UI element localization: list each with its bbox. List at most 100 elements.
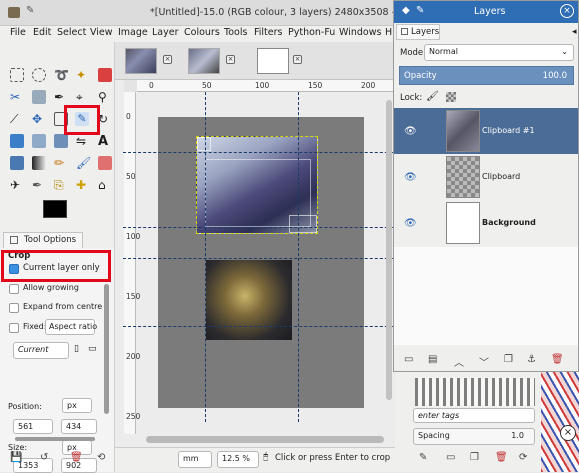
- ink-icon[interactable]: ✒: [32, 178, 46, 192]
- menu-view[interactable]: View: [90, 27, 113, 38]
- close-icon[interactable]: ×: [560, 425, 576, 441]
- guide-horizontal[interactable]: [123, 152, 403, 153]
- move-icon[interactable]: ✥: [32, 112, 46, 126]
- menu-select[interactable]: Select: [57, 27, 86, 38]
- paths-icon[interactable]: ✒: [54, 90, 68, 104]
- ellipse-select-icon[interactable]: [32, 68, 46, 82]
- crop-handle-bottom-right[interactable]: [289, 215, 317, 233]
- fixed-checkbox[interactable]: [9, 323, 19, 333]
- image-document[interactable]: [123, 92, 403, 422]
- lasso-icon[interactable]: ➰: [54, 68, 69, 82]
- guide-vertical[interactable]: [205, 92, 206, 422]
- eraser-icon[interactable]: [98, 156, 112, 170]
- save-options-icon[interactable]: 💾: [10, 452, 22, 463]
- guide-horizontal[interactable]: [123, 258, 403, 259]
- pin-icon[interactable]: ✎: [26, 5, 34, 16]
- aspect-value-input[interactable]: Current: [13, 342, 69, 359]
- image-tab-3[interactable]: [257, 48, 289, 74]
- crop-selection[interactable]: [196, 136, 318, 234]
- menu-colours[interactable]: Colours: [184, 27, 220, 38]
- visibility-eye-icon[interactable]: 👁: [404, 218, 417, 229]
- menu-python-fu[interactable]: Python-Fu: [288, 27, 335, 38]
- menu-filters[interactable]: Filters: [254, 27, 282, 38]
- perspective-clone-icon[interactable]: ⌂: [98, 178, 112, 192]
- measure-icon[interactable]: ⟋: [10, 112, 24, 126]
- mode-select[interactable]: Normal ⌄: [424, 44, 574, 61]
- reset-options-icon[interactable]: ⟲: [97, 452, 105, 463]
- new-layer-icon[interactable]: ▭: [404, 354, 413, 365]
- layer-row[interactable]: 👁 Background: [394, 200, 578, 246]
- image-tab-2[interactable]: [188, 48, 220, 74]
- zoom-icon[interactable]: ⚲: [98, 90, 112, 104]
- menu-layer[interactable]: Layer: [152, 27, 179, 38]
- position-unit-select[interactable]: px: [62, 398, 92, 413]
- rect-select-icon[interactable]: [10, 68, 24, 82]
- layer-row[interactable]: 👁 Clipboard #1: [394, 108, 578, 154]
- canvas-hscrollbar[interactable]: [146, 436, 384, 443]
- gradient-icon[interactable]: [32, 156, 46, 170]
- menu-edit[interactable]: Edit: [33, 27, 51, 38]
- clone-icon[interactable]: ⎘: [54, 178, 68, 192]
- expand-from-centre-checkbox[interactable]: [9, 303, 19, 313]
- lock-pixels-icon[interactable]: 🖌: [426, 91, 439, 102]
- foreground-colour-swatch[interactable]: [43, 200, 67, 218]
- flip-icon[interactable]: ⇋: [76, 134, 90, 148]
- fuzzy-select-icon[interactable]: ✦: [76, 68, 90, 82]
- close-tab-3-icon[interactable]: ×: [293, 55, 302, 64]
- guide-vertical[interactable]: [298, 92, 299, 422]
- close-tab-1-icon[interactable]: ×: [163, 55, 172, 64]
- raise-layer-icon[interactable]: ︿: [454, 354, 464, 369]
- scale-icon[interactable]: [10, 134, 24, 148]
- tool-options-hscrollbar[interactable]: [15, 437, 95, 441]
- canvas-vscrollbar[interactable]: [386, 100, 392, 400]
- duplicate-layer-icon[interactable]: ❐: [504, 354, 513, 365]
- portrait-icon[interactable]: ▯: [74, 344, 79, 354]
- position-x-input[interactable]: 561: [13, 419, 53, 434]
- brush-previews[interactable]: [415, 378, 535, 406]
- perspective-icon[interactable]: [54, 134, 68, 148]
- anchor-layer-icon[interactable]: ⚓: [527, 354, 536, 365]
- foreground-select-icon[interactable]: [32, 90, 46, 104]
- pencil-icon[interactable]: ✏: [54, 156, 68, 170]
- landscape-icon[interactable]: ▭: [88, 344, 97, 354]
- airbrush-icon[interactable]: ✈: [10, 178, 24, 192]
- pin-icon[interactable]: ✎: [416, 5, 424, 16]
- guide-horizontal[interactable]: [123, 326, 403, 327]
- menu-image[interactable]: Image: [118, 27, 148, 38]
- layer-name[interactable]: Clipboard: [482, 172, 520, 181]
- menu-file[interactable]: File: [10, 27, 26, 38]
- tab-menu-icon[interactable]: ◂: [572, 27, 577, 37]
- heal-icon[interactable]: ✚: [76, 178, 90, 192]
- tab-layers[interactable]: Layers: [396, 24, 440, 40]
- refresh-brushes-icon[interactable]: ⟳: [519, 452, 527, 463]
- bucket-fill-icon[interactable]: [10, 156, 24, 170]
- spacing-slider[interactable]: Spacing 1.0: [413, 428, 535, 445]
- restore-options-icon[interactable]: ↺: [40, 452, 48, 463]
- tool-options-scrollbar[interactable]: [104, 284, 109, 414]
- opacity-slider[interactable]: Opacity 100.0: [399, 66, 574, 85]
- crop-handle-top-left[interactable]: [197, 137, 211, 151]
- vertical-ruler[interactable]: 0 50 100 150 200 250: [124, 92, 140, 434]
- layer-row[interactable]: 👁 Clipboard: [394, 154, 578, 200]
- image-tab-1[interactable]: [125, 48, 157, 74]
- select-by-colour-icon[interactable]: [98, 68, 112, 82]
- unit-select[interactable]: mm: [178, 451, 212, 468]
- close-icon[interactable]: ×: [560, 4, 574, 18]
- new-brush-icon[interactable]: ▭: [446, 452, 455, 463]
- edit-brush-icon[interactable]: ✎: [419, 452, 427, 463]
- delete-brush-icon[interactable]: 🗑: [495, 452, 508, 463]
- fixed-mode-select[interactable]: Aspect ratio: [45, 319, 97, 335]
- colour-picker-icon[interactable]: ⌖: [76, 90, 90, 104]
- close-tab-2-icon[interactable]: ×: [226, 55, 235, 64]
- guide-horizontal[interactable]: [123, 227, 403, 228]
- shear-icon[interactable]: [32, 134, 46, 148]
- delete-options-icon[interactable]: 🗑: [70, 452, 83, 463]
- new-layer-group-icon[interactable]: ▤: [428, 354, 437, 365]
- scissors-icon[interactable]: ✂: [10, 90, 24, 104]
- allow-growing-checkbox[interactable]: [9, 284, 19, 294]
- delete-layer-icon[interactable]: 🗑: [551, 354, 564, 365]
- layer-name[interactable]: Background: [482, 218, 536, 227]
- rotate-icon[interactable]: ↻: [98, 112, 112, 126]
- paintbrush-icon[interactable]: 🖌: [76, 156, 91, 170]
- visibility-eye-icon[interactable]: 👁: [404, 126, 417, 137]
